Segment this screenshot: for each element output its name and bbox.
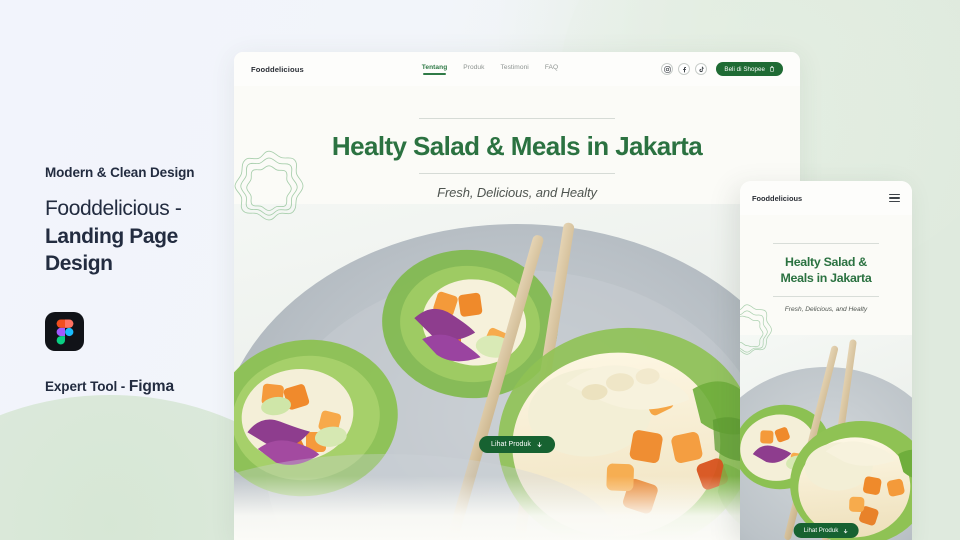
project-info-panel: Modern & Clean Design Fooddelicious - La… — [45, 165, 240, 396]
figma-logo-icon — [45, 312, 84, 352]
lihat-produk-label-desktop: Lihat Produk — [491, 441, 531, 448]
figma-glyph-icon — [56, 319, 73, 345]
desktop-nav-actions: Beli di Shopee — [661, 62, 783, 76]
project-eyebrow: Modern & Clean Design — [45, 165, 195, 180]
hero-text-block: Healty Salad & Meals in Jakarta Fresh, D… — [234, 86, 800, 200]
mobile-mockup: Fooddelicious Healty Salad & Meals in Ja… — [740, 181, 912, 540]
hero-subtitle: Fresh, Delicious, and Healty — [437, 185, 597, 200]
hero-divider-top — [419, 118, 615, 119]
mobile-hero-title-line-1: Healty Salad & — [785, 255, 867, 269]
hero-divider-bottom — [419, 173, 615, 174]
project-title-line-2: Landing Page Design — [45, 224, 178, 276]
mobile-hero-section: Healty Salad & Meals in Jakarta Fresh, D… — [740, 215, 912, 540]
arrow-down-icon — [537, 442, 542, 448]
expert-tool-line: Expert Tool - Figma — [45, 378, 240, 396]
mobile-divider-top — [773, 243, 879, 244]
project-title-line-1: Fooddelicious - — [45, 197, 182, 220]
mobile-hero-subtitle: Fresh, Delicious, and Healty — [784, 306, 868, 314]
mobile-hero-title: Healty Salad & Meals in Jakarta — [740, 254, 912, 286]
hero-photo-fade — [234, 476, 800, 540]
lihat-produk-button-desktop[interactable]: Lihat Produk — [479, 436, 555, 453]
shopping-bag-icon — [769, 66, 775, 72]
nav-link-faq[interactable]: FAQ — [545, 64, 558, 75]
brand-logo-desktop: Fooddelicious — [251, 64, 304, 74]
mobile-food-photo — [740, 335, 912, 540]
lihat-produk-label-mobile: Lihat Produk — [803, 527, 839, 534]
expert-tool-label: Expert Tool - — [45, 379, 129, 395]
project-title: Fooddelicious - Landing Page Design — [45, 195, 240, 278]
desktop-nav-links: Tentang Produk Testimoni FAQ — [422, 64, 558, 75]
desktop-navbar: Fooddelicious Tentang Produk Testimoni F… — [234, 52, 800, 86]
mobile-hero-text: Healty Salad & Meals in Jakarta Fresh, D… — [740, 215, 912, 313]
beli-di-shopee-button[interactable]: Beli di Shopee — [716, 62, 783, 76]
lihat-produk-button-mobile[interactable]: Lihat Produk — [793, 523, 859, 538]
desktop-hero-section: Healty Salad & Meals in Jakarta Fresh, D… — [234, 86, 800, 540]
desktop-mockup: Fooddelicious Tentang Produk Testimoni F… — [234, 52, 800, 540]
tiktok-icon[interactable] — [695, 63, 708, 75]
mobile-divider-bottom — [773, 296, 879, 298]
arrow-down-icon-mobile — [843, 528, 848, 533]
hero-food-photo — [234, 204, 800, 540]
facebook-icon[interactable] — [678, 63, 691, 75]
shopee-button-label: Beli di Shopee — [724, 65, 765, 73]
nav-link-produk[interactable]: Produk — [463, 64, 484, 75]
expert-tool-name: Figma — [128, 378, 175, 396]
brand-logo-mobile: Fooddelicious — [752, 193, 803, 203]
hero-title: Healty Salad & Meals in Jakarta — [331, 131, 703, 161]
instagram-icon[interactable] — [661, 63, 674, 75]
salad-photo-illustration-mobile — [740, 335, 912, 540]
nav-link-tentang[interactable]: Tentang — [422, 64, 448, 75]
nav-link-testimoni[interactable]: Testimoni — [501, 64, 529, 75]
hamburger-menu-icon[interactable] — [889, 193, 900, 203]
mobile-hero-title-line-2: Meals in Jakarta — [780, 271, 872, 286]
mobile-navbar: Fooddelicious — [740, 181, 912, 215]
